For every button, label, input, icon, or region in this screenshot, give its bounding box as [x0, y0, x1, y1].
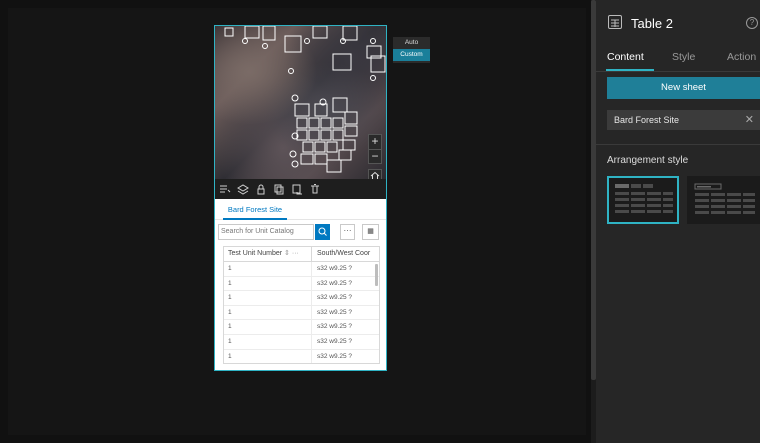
column-options-button[interactable]: ▦: [362, 224, 379, 240]
column-menu-icon[interactable]: ···: [292, 250, 299, 257]
panel-tabs: Content Style Action: [596, 46, 760, 72]
map-view[interactable]: + −: [215, 26, 386, 179]
column-header-south-west-coord[interactable]: South/West Coor: [312, 247, 379, 261]
tab-content[interactable]: Content: [607, 51, 644, 63]
delete-icon[interactable]: [309, 183, 321, 195]
search-icon: [318, 227, 327, 236]
arrangement-option-tabs[interactable]: [607, 176, 679, 224]
table-widget[interactable]: + − Bard Forest Site Search for Unit Cat…: [214, 25, 387, 371]
table-row[interactable]: 1 s32 w9.25 ?: [224, 276, 379, 292]
divider: [596, 144, 760, 145]
sheet-tabbar: Bard Forest Site: [215, 200, 386, 220]
cell-unit-number: 1: [224, 349, 312, 363]
cell-unit-number: 1: [224, 305, 312, 320]
arrangement-option-dropdown[interactable]: [687, 176, 760, 224]
panel-header: Table 2 ?: [596, 0, 760, 46]
new-sheet-button[interactable]: New sheet: [607, 77, 760, 99]
table-row[interactable]: 1 s32 w9.25 ?: [224, 334, 379, 350]
tab-action[interactable]: Action: [727, 51, 756, 63]
sheet-item-label: Bard Forest Site: [614, 115, 680, 125]
help-icon[interactable]: ?: [746, 17, 758, 29]
cell-unit-number: 1: [224, 291, 312, 305]
cell-coord: s32 w9.25 ?: [317, 352, 353, 360]
grid-icon: ▦: [367, 228, 374, 235]
home-icon: [370, 171, 380, 179]
map-features: [224, 26, 386, 173]
cell-coord: s32 w9.25 ?: [317, 279, 353, 287]
table-scrollbar[interactable]: [375, 264, 378, 286]
cell-unit-number: 1: [224, 262, 312, 276]
table-header: Test Unit Number ⇕ ··· South/West Coor: [224, 247, 379, 262]
size-mode-popup: Auto Custom: [393, 37, 430, 63]
sort-icon[interactable]: ⇕: [284, 250, 290, 257]
cell-coord: s32 w9.25 ?: [317, 265, 353, 272]
data-table[interactable]: Test Unit Number ⇕ ··· South/West Coor 1…: [223, 246, 380, 364]
table-row[interactable]: 1 s32 w9.25 ?: [224, 291, 379, 306]
cell-coord: s32 w9.25 ?: [317, 337, 353, 345]
table-row[interactable]: 1 s32 w9.25 ?: [224, 262, 379, 277]
sheet-item[interactable]: Bard Forest Site ✕: [607, 110, 760, 130]
tab-style[interactable]: Style: [672, 51, 695, 63]
column-header-label: Test Unit Number: [228, 250, 283, 257]
cell-unit-number: 1: [224, 334, 312, 349]
dropdown-layout-icon: [694, 183, 755, 214]
zoom-control: + −: [368, 134, 382, 164]
cell-coord: s32 w9.25 ?: [317, 323, 353, 331]
option-auto[interactable]: Auto: [393, 37, 430, 49]
table-icon: [608, 15, 622, 29]
tab-bard-forest-site[interactable]: Bard Forest Site: [223, 205, 287, 220]
copy-icon[interactable]: [273, 183, 285, 195]
settings-panel: Table 2 ? Content Style Action New sheet…: [596, 0, 760, 443]
layers-icon[interactable]: [237, 183, 249, 195]
option-custom[interactable]: Custom: [393, 49, 430, 61]
more-options-button[interactable]: ···: [340, 224, 355, 240]
search-button[interactable]: [315, 224, 330, 240]
cell-coord: s32 w9.25 ?: [317, 308, 353, 316]
panel-title: Table 2: [631, 16, 673, 31]
cell-unit-number: 1: [224, 320, 312, 334]
cell-unit-number: 1: [224, 276, 312, 291]
duplicate-icon[interactable]: [291, 183, 303, 195]
table-row[interactable]: 1 s32 w9.25 ?: [224, 320, 379, 335]
ellipsis-icon: ···: [343, 226, 352, 235]
search-input[interactable]: Search for Unit Catalog: [218, 224, 314, 240]
home-button[interactable]: [368, 169, 382, 179]
table-search-row: Search for Unit Catalog ··· ▦: [215, 222, 386, 242]
zoom-out-button[interactable]: −: [369, 150, 381, 164]
cell-coord: s32 w9.25 ?: [317, 294, 353, 302]
zoom-in-button[interactable]: +: [369, 135, 381, 149]
layer-list-icon[interactable]: [219, 183, 231, 195]
lock-icon[interactable]: [255, 183, 267, 195]
arrangement-style-label: Arrangement style: [607, 155, 689, 166]
active-tab-indicator: [606, 69, 654, 71]
column-header-test-unit-number[interactable]: Test Unit Number ⇕ ···: [224, 247, 312, 261]
tabs-layout-icon: [615, 184, 673, 213]
table-row[interactable]: 1 s32 w9.25 ?: [224, 349, 379, 363]
close-icon[interactable]: ✕: [745, 110, 754, 130]
map-toolbar: [215, 179, 386, 199]
table-row[interactable]: 1 s32 w9.25 ?: [224, 305, 379, 321]
